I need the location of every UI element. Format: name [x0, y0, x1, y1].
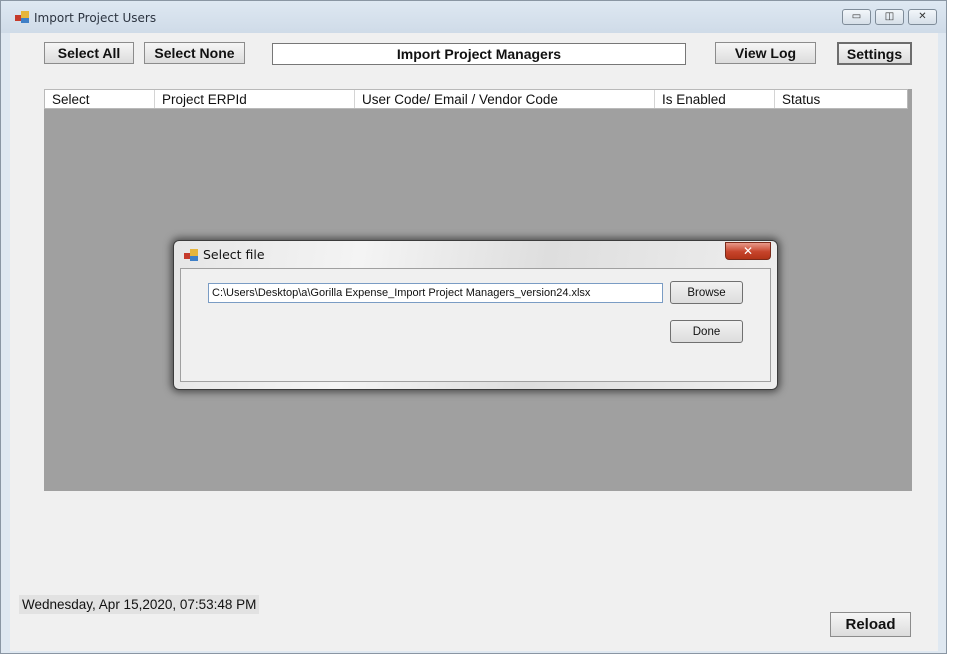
- app-icon: [15, 11, 29, 23]
- dialog-close-button[interactable]: ✕: [725, 242, 771, 260]
- column-header-status[interactable]: Status: [775, 90, 907, 108]
- column-header-select[interactable]: Select: [45, 90, 155, 108]
- minimize-icon: ▭: [851, 11, 862, 22]
- close-button[interactable]: ✕: [908, 9, 937, 25]
- title-bar[interactable]: Import Project Users ▭ ◫ ✕: [1, 1, 946, 33]
- browse-button[interactable]: Browse: [670, 281, 743, 304]
- view-log-button[interactable]: View Log: [715, 42, 816, 64]
- select-all-button[interactable]: Select All: [44, 42, 134, 64]
- grid-header: Select Project ERPId User Code/ Email / …: [44, 89, 908, 109]
- column-header-is-enabled[interactable]: Is Enabled: [655, 90, 775, 108]
- done-button[interactable]: Done: [670, 320, 743, 343]
- select-file-dialog: Select file ✕ C:\Users\Desktop\a\Gorilla…: [173, 240, 778, 390]
- datetime-label: Wednesday, Apr 15,2020, 07:53:48 PM: [19, 595, 260, 614]
- dialog-title: Select file: [203, 247, 265, 262]
- maximize-icon: ◫: [884, 11, 895, 22]
- close-icon: ✕: [918, 11, 927, 22]
- select-none-button[interactable]: Select None: [144, 42, 245, 64]
- maximize-button[interactable]: ◫: [875, 9, 904, 25]
- reload-button[interactable]: Reload: [830, 612, 911, 637]
- column-header-project-erpid[interactable]: Project ERPId: [155, 90, 355, 108]
- dialog-client-area: C:\Users\Desktop\a\Gorilla Expense_Impor…: [180, 268, 771, 382]
- column-header-user-code[interactable]: User Code/ Email / Vendor Code: [355, 90, 655, 108]
- settings-button[interactable]: Settings: [837, 42, 912, 65]
- import-type-label: Import Project Managers: [272, 43, 686, 65]
- window-title: Import Project Users: [34, 11, 157, 25]
- file-path-input[interactable]: C:\Users\Desktop\a\Gorilla Expense_Impor…: [208, 283, 663, 303]
- minimize-button[interactable]: ▭: [842, 9, 871, 25]
- close-icon: ✕: [742, 244, 754, 258]
- dialog-app-icon: [184, 249, 198, 261]
